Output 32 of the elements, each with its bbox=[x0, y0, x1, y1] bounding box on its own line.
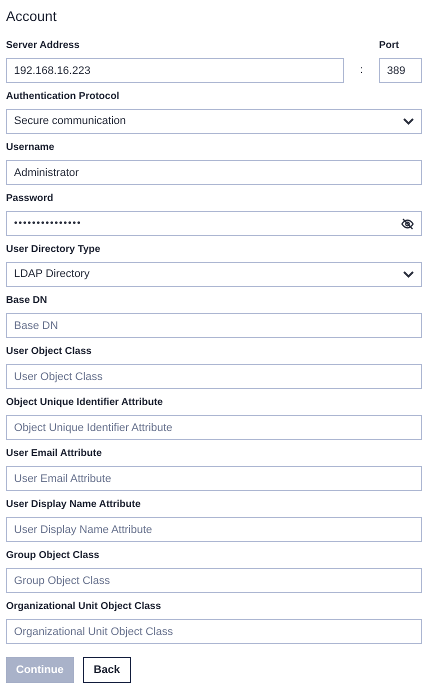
eye-slash-icon[interactable] bbox=[401, 218, 414, 230]
password-field[interactable]: ••••••••••••••• bbox=[6, 211, 422, 236]
input-field[interactable]: Base DN bbox=[6, 313, 422, 338]
input-field[interactable]: User Email Attribute bbox=[6, 466, 422, 491]
port-field[interactable]: 389 bbox=[379, 58, 422, 83]
field-label: Organizational Unit Object Class bbox=[6, 600, 162, 614]
field-label: User Object Class bbox=[6, 345, 93, 359]
input-field[interactable]: User Display Name Attribute bbox=[6, 517, 422, 542]
section-title: Account bbox=[6, 7, 58, 26]
field-label: Authentication Protocol bbox=[6, 90, 120, 104]
field-label: Base DN bbox=[6, 294, 48, 308]
field-label: User Email Attribute bbox=[6, 447, 103, 461]
input-field[interactable]: Organizational Unit Object Class bbox=[6, 619, 422, 644]
field-label: User Display Name Attribute bbox=[6, 498, 142, 512]
field-label: Server Address bbox=[6, 39, 81, 53]
separator-colon: : bbox=[360, 63, 364, 78]
chevron-down-icon bbox=[403, 271, 414, 278]
field-label: User Directory Type bbox=[6, 243, 102, 257]
input-field[interactable]: Group Object Class bbox=[6, 568, 422, 593]
field-label: Password bbox=[6, 192, 54, 206]
field-label: Username bbox=[6, 141, 56, 155]
select-field[interactable]: Secure communication bbox=[6, 109, 422, 134]
chevron-down-icon bbox=[403, 118, 414, 125]
input-field[interactable]: Object Unique Identifier Attribute bbox=[6, 415, 422, 440]
input-field[interactable]: Administrator bbox=[6, 160, 422, 185]
back-button[interactable]: Back bbox=[82, 657, 131, 683]
input-field[interactable]: User Object Class bbox=[6, 364, 422, 389]
field-label: Group Object Class bbox=[6, 549, 100, 563]
select-field[interactable]: LDAP Directory bbox=[6, 262, 422, 287]
field-label: Port bbox=[379, 39, 400, 53]
field-label: Object Unique Identifier Attribute bbox=[6, 396, 164, 410]
input-field[interactable]: 192.168.16.223 bbox=[6, 58, 344, 83]
